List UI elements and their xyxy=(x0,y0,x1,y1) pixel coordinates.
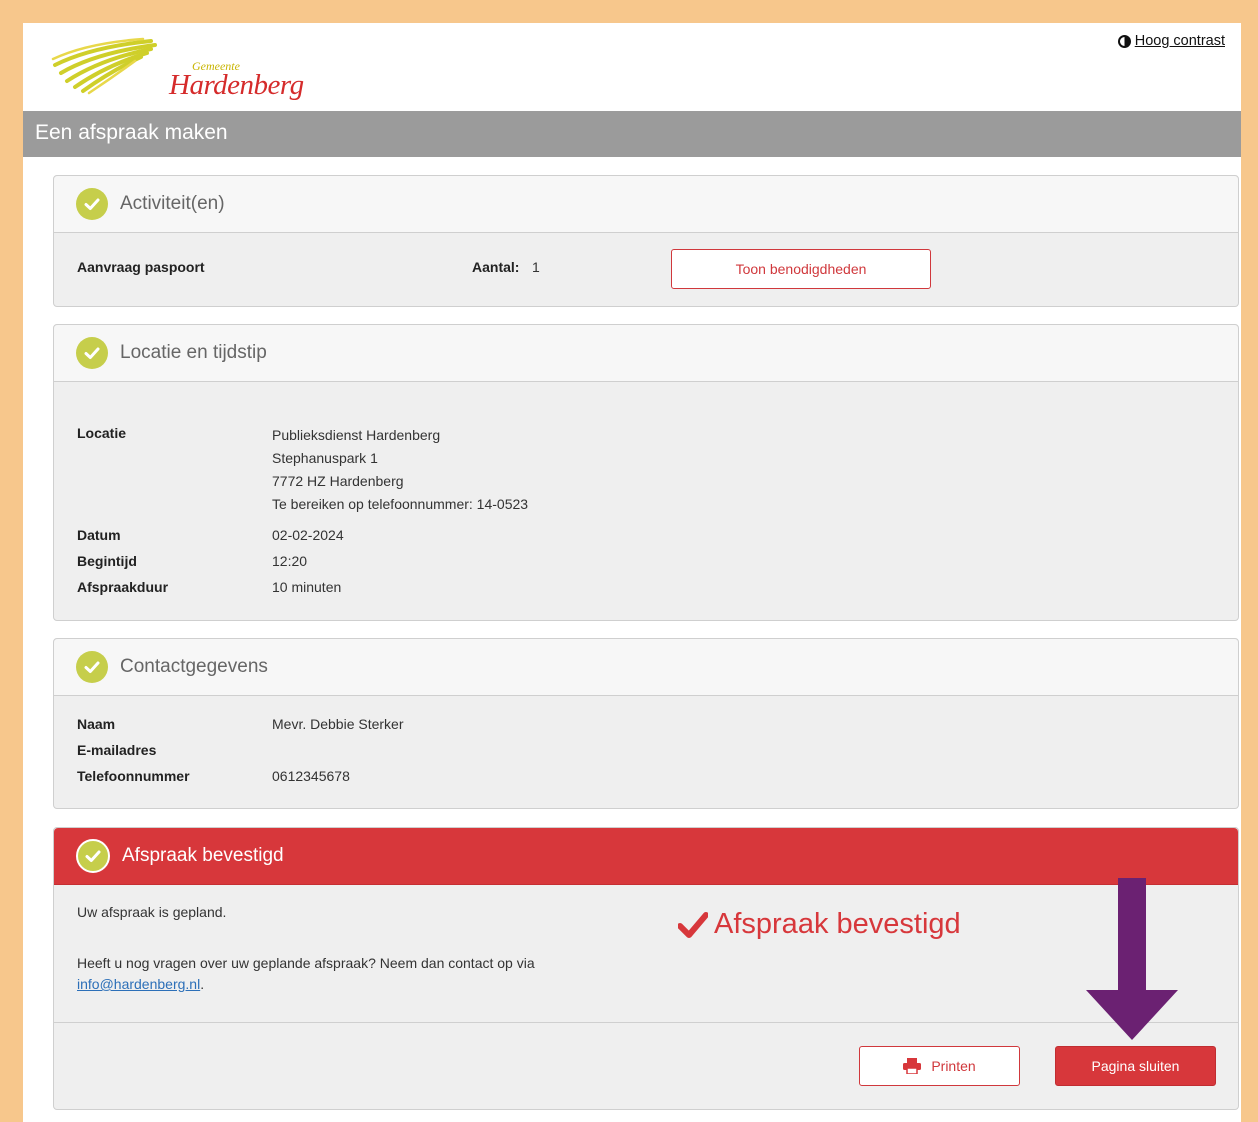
date-label: Datum xyxy=(77,527,121,543)
email-suffix: . xyxy=(200,976,205,992)
confirmed-stamp-text: Afspraak bevestigd xyxy=(714,908,961,940)
contact-email-link[interactable]: info@hardenberg.nl xyxy=(77,976,200,992)
confirmation-panel: Afspraak bevestigd Uw afspraak is geplan… xyxy=(53,827,1239,1110)
page-frame: Gemeente Hardenberg Hoog contrast Een af… xyxy=(23,23,1241,1122)
checkmark-icon xyxy=(678,911,708,938)
logo-wheat-icon xyxy=(51,37,157,95)
action-bar: Printen Pagina sluiten xyxy=(54,1022,1238,1109)
check-icon xyxy=(76,651,108,683)
logo-title: Hardenberg xyxy=(169,69,304,101)
high-contrast-toggle[interactable]: Hoog contrast xyxy=(1117,33,1225,49)
location-panel: Locatie en tijdstip Locatie Publieksdien… xyxy=(53,324,1239,621)
count-label: Aantal: xyxy=(472,259,520,275)
duration-value: 10 minuten xyxy=(272,579,342,595)
check-icon xyxy=(76,839,110,873)
address-line: Stephanuspark 1 xyxy=(272,450,378,466)
print-label: Printen xyxy=(931,1058,976,1074)
close-page-button[interactable]: Pagina sluiten xyxy=(1055,1046,1216,1086)
name-value: Mevr. Debbie Sterker xyxy=(272,716,404,732)
duration-label: Afspraakduur xyxy=(77,579,169,595)
planned-message: Uw afspraak is gepland. xyxy=(77,904,227,920)
contact-header: Contactgegevens xyxy=(54,639,1238,696)
email-label: E-mailadres xyxy=(77,742,157,758)
count-value: 1 xyxy=(532,259,540,275)
date-value: 02-02-2024 xyxy=(272,527,344,543)
contact-panel: Contactgegevens Naam Mevr. Debbie Sterke… xyxy=(53,638,1239,809)
check-icon xyxy=(76,188,108,220)
site-header: Gemeente Hardenberg Hoog contrast xyxy=(23,23,1241,111)
address-line: Publieksdienst Hardenberg xyxy=(272,427,441,443)
confirmation-header: Afspraak bevestigd xyxy=(54,828,1238,885)
start-time-label: Begintijd xyxy=(77,553,137,569)
printer-icon xyxy=(903,1058,922,1074)
show-requirements-button[interactable]: Toon benodigdheden xyxy=(671,249,931,289)
location-title: Locatie en tijdstip xyxy=(120,342,267,363)
confirmed-stamp: Afspraak bevestigd xyxy=(678,908,961,941)
start-time-value: 12:20 xyxy=(272,553,308,569)
location-header: Locatie en tijdstip xyxy=(54,325,1238,382)
check-icon xyxy=(76,337,108,369)
contrast-icon xyxy=(1117,34,1131,48)
phone-label: Telefoonnummer xyxy=(77,768,190,784)
activities-header: Activiteit(en) xyxy=(54,176,1238,233)
page-title: Een afspraak maken xyxy=(23,111,1241,157)
address-line: 7772 HZ Hardenberg xyxy=(272,473,404,489)
print-button[interactable]: Printen xyxy=(859,1046,1020,1086)
activities-title: Activiteit(en) xyxy=(120,193,225,214)
location-label: Locatie xyxy=(77,425,127,441)
hardenberg-logo[interactable]: Gemeente Hardenberg xyxy=(51,37,304,101)
questions-message: Heeft u nog vragen over uw geplande afsp… xyxy=(77,955,535,971)
name-label: Naam xyxy=(77,716,116,732)
address-line: Te bereiken op telefoonnummer: 14-0523 xyxy=(272,496,529,512)
down-arrow-icon xyxy=(1086,878,1178,1040)
activities-panel: Activiteit(en) Aanvraag paspoort Aantal:… xyxy=(53,175,1239,307)
contact-email-wrap: info@hardenberg.nl. xyxy=(77,974,204,994)
contact-title: Contactgegevens xyxy=(120,656,268,677)
high-contrast-link[interactable]: Hoog contrast xyxy=(1135,33,1225,49)
activity-name: Aanvraag paspoort xyxy=(77,259,205,275)
phone-value: 0612345678 xyxy=(272,768,350,784)
confirmation-title: Afspraak bevestigd xyxy=(122,845,284,866)
